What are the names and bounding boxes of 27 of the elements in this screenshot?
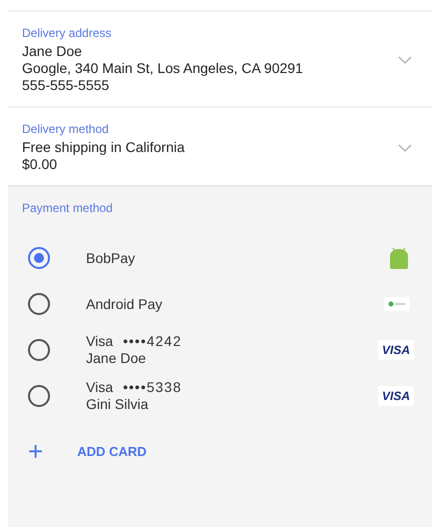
section-text: $0.00: [22, 156, 58, 173]
radio-button[interactable]: [28, 293, 50, 315]
card-number: ••••4242: [122, 333, 182, 350]
section-text: Free shipping in California: [22, 139, 186, 156]
option-label: Visa: [86, 379, 113, 396]
section-text: Google, 340 Main St, Los Angeles, CA 90291: [22, 60, 304, 77]
section-text: 555-555-5555: [22, 77, 110, 94]
robot-icon: [388, 247, 410, 269]
radio-button[interactable]: [28, 339, 50, 361]
section-text: Jane Doe: [22, 43, 83, 60]
section-label: Payment method: [22, 201, 114, 215]
chevron-down-icon: [398, 56, 412, 64]
section-label: Delivery address: [22, 26, 112, 40]
visa-logo: VISA: [378, 386, 414, 406]
section-label: Delivery method: [22, 122, 110, 136]
add-card-button[interactable]: + ADD CARD: [22, 441, 432, 461]
option-label: Visa: [86, 333, 113, 350]
card-holder: Gini Silvia: [86, 396, 150, 413]
card-number: ••••5338: [122, 379, 182, 396]
visa-logo: VISA: [378, 340, 414, 360]
radio-button[interactable]: [28, 247, 50, 269]
card-holder: Jane Doe: [86, 350, 147, 367]
wallet-logo-icon: [384, 297, 410, 311]
chevron-down-icon: [398, 144, 412, 152]
option-label: BobPay: [86, 250, 136, 266]
option-label: Android Pay: [86, 296, 162, 312]
radio-button[interactable]: [28, 385, 50, 407]
